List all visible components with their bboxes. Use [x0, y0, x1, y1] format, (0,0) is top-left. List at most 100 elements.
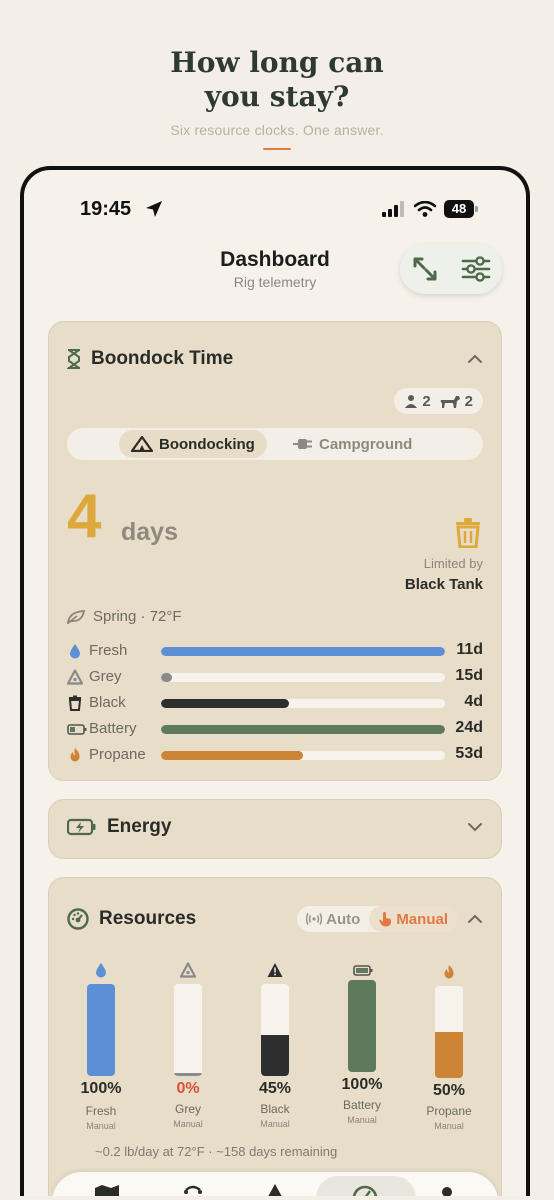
header-actions: [400, 244, 502, 294]
row-bar: [161, 699, 445, 708]
route-icon[interactable]: [178, 1180, 208, 1196]
dog-icon: [440, 396, 460, 408]
chevron-up-icon[interactable]: [467, 354, 483, 364]
row-value: 15d: [455, 667, 483, 684]
droplet-icon: [70, 644, 80, 659]
row-bar-fill: [161, 751, 303, 760]
tank-mode: Manual: [434, 1121, 464, 1131]
tank-battery[interactable]: 100% Battery Manual: [320, 958, 404, 1138]
battery-icon: [67, 724, 87, 735]
tank-name: Black: [260, 1102, 290, 1116]
tank-gauge-fill: [348, 980, 376, 1072]
status-bar: 19:45 48: [80, 198, 478, 222]
gauge-icon: [67, 908, 89, 930]
trash-icon: [68, 695, 82, 711]
tank-name: Battery: [342, 1098, 381, 1112]
row-value: 4d: [464, 693, 483, 710]
resource-row-fresh: Fresh 11d: [67, 638, 483, 664]
tank-name: Propane: [426, 1104, 472, 1118]
warning-triangle-icon: [180, 962, 196, 978]
boondock-card-header[interactable]: Boondock Time: [67, 348, 483, 370]
mode-campground-label: Campground: [319, 435, 413, 453]
profile-icon[interactable]: [432, 1180, 462, 1196]
phone-frame: 19:45 48 Dashboard Rig telemetry Boondoc…: [20, 166, 530, 1196]
auto-manual-toggle: Auto Manual: [297, 906, 457, 932]
tank-grey[interactable]: 0% Grey Manual: [146, 958, 230, 1138]
tent-icon[interactable]: [260, 1180, 290, 1196]
tank-gauge: [348, 980, 376, 1072]
tab-bar: [52, 1172, 498, 1196]
chevron-down-icon[interactable]: [467, 822, 483, 832]
expand-icon[interactable]: [411, 255, 439, 283]
boondock-title: Boondock Time: [91, 348, 234, 369]
hand-tap-icon: [379, 912, 392, 927]
row-label: Battery: [89, 720, 137, 737]
tank-mode: Manual: [173, 1119, 203, 1129]
occupants-pill[interactable]: 2 2: [394, 388, 483, 414]
person-icon: [405, 395, 418, 408]
days-remaining-value: 4: [67, 482, 102, 551]
tank-percent: 0%: [176, 1080, 200, 1097]
auto-label: Auto: [326, 910, 361, 928]
row-bar-fill: [161, 673, 173, 682]
battery-level: 48: [451, 201, 467, 216]
leaf-icon: [67, 609, 85, 624]
tank-percent: 100%: [80, 1080, 122, 1097]
resource-row-battery: Battery 24d: [67, 716, 483, 742]
mode-boondocking[interactable]: Boondocking: [119, 430, 267, 458]
tank-gauge-fill: [261, 1034, 289, 1076]
tank-mode: Manual: [86, 1121, 116, 1131]
tent-icon: [131, 436, 153, 452]
mode-campground[interactable]: Campground: [281, 430, 424, 458]
tank-gauge: [435, 986, 463, 1078]
tank-gauge-fill: [174, 1073, 202, 1076]
battery-icon: [353, 965, 373, 976]
resource-row-propane: Propane 53d: [67, 742, 483, 768]
status-icons: 48: [382, 200, 478, 218]
tank-gauge-fill: [435, 1032, 463, 1078]
signal-icon: [382, 201, 404, 217]
row-value: 11d: [456, 641, 483, 658]
sliders-icon[interactable]: [461, 255, 491, 283]
tank-name: Fresh: [85, 1104, 117, 1118]
energy-card[interactable]: Energy: [48, 799, 502, 859]
flame-icon: [70, 748, 80, 762]
pets-count: 2: [464, 392, 473, 410]
auto-option[interactable]: Auto: [297, 906, 369, 932]
tank-propane[interactable]: 50% Propane Manual: [407, 958, 491, 1138]
days-remaining-unit: days: [121, 518, 178, 546]
battery-charging-icon: [67, 818, 96, 836]
resources-title: Resources: [99, 908, 197, 929]
energy-card-header[interactable]: Energy: [67, 816, 483, 838]
manual-option[interactable]: Manual: [369, 906, 457, 932]
manual-label: Manual: [396, 910, 448, 928]
row-bar-fill: [161, 725, 445, 734]
row-bar-fill: [161, 699, 289, 708]
row-bar: [161, 725, 445, 734]
chevron-up-icon[interactable]: [467, 914, 483, 924]
gauge-icon[interactable]: [350, 1180, 380, 1196]
mode-segmented-control: Boondocking Campground: [67, 428, 483, 460]
tank-gauge: [174, 984, 202, 1076]
tank-percent: 45%: [258, 1080, 292, 1097]
tank-mode: Manual: [347, 1115, 377, 1125]
hourglass-icon: [67, 349, 80, 369]
resources-card: Resources Auto Manual 100% Fresh Manual …: [48, 877, 502, 1196]
droplet-icon: [96, 963, 106, 978]
row-bar-fill: [161, 647, 445, 656]
tank-fresh[interactable]: 100% Fresh Manual: [59, 958, 143, 1138]
limited-by-value: Black Tank: [404, 576, 483, 593]
tank-percent: 100%: [341, 1076, 383, 1093]
row-value: 24d: [455, 719, 483, 736]
tank-levels: 100% Fresh Manual 0% Grey Manual 45% Bla…: [59, 958, 491, 1138]
hero-accent-rule: [263, 148, 291, 150]
tank-name: Grey: [174, 1102, 201, 1116]
tank-gauge: [261, 984, 289, 1076]
hero: How long can you stay? Six resource cloc…: [0, 46, 554, 150]
energy-title: Energy: [107, 816, 172, 837]
map-icon[interactable]: [92, 1180, 122, 1196]
warning-triangle-icon: [267, 963, 283, 977]
resource-row-grey: Grey 15d: [67, 664, 483, 690]
tank-black[interactable]: 45% Black Manual: [233, 958, 317, 1138]
battery-icon: 48: [444, 200, 478, 218]
